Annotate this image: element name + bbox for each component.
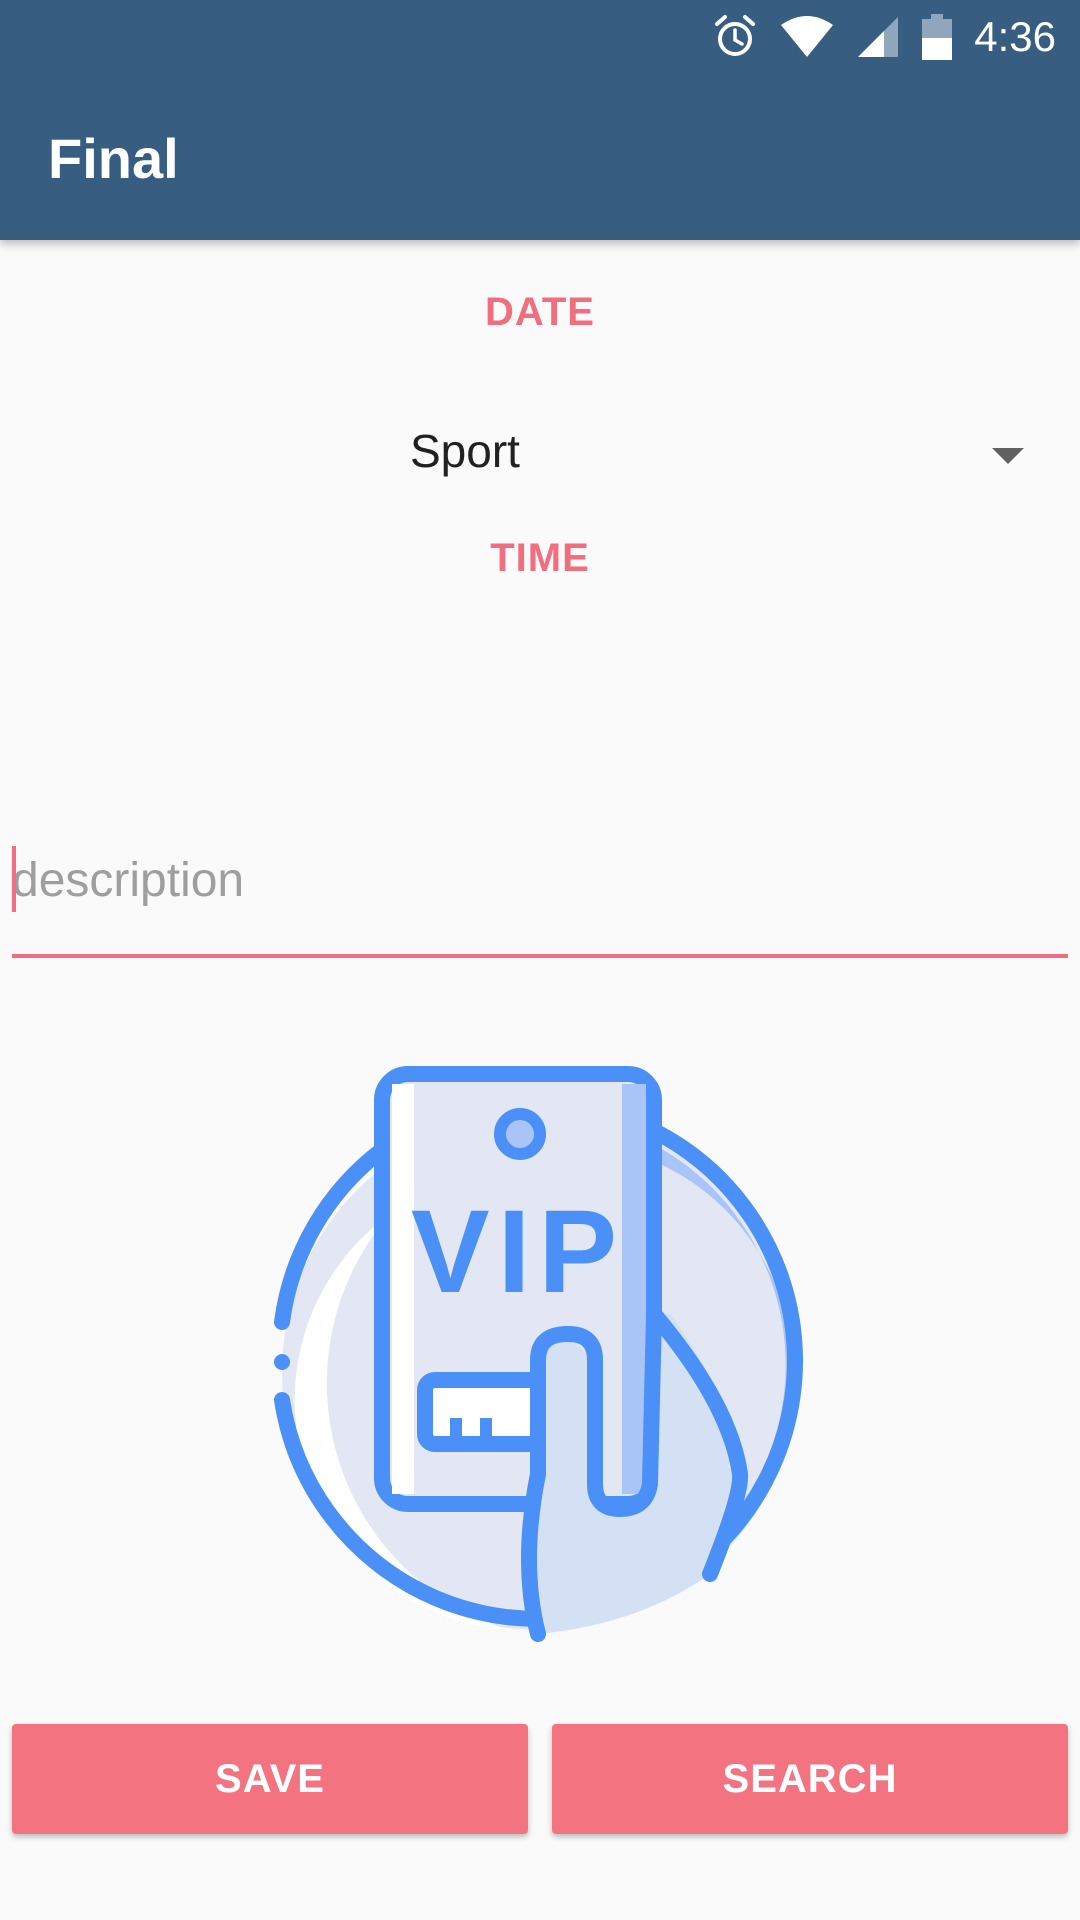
- save-button[interactable]: SAVE: [12, 1724, 528, 1834]
- date-button[interactable]: DATE: [0, 290, 1080, 335]
- wifi-icon: [781, 16, 834, 57]
- vip-ticket-icon: VIP: [274, 1066, 803, 1642]
- alarm-icon: [715, 15, 756, 56]
- app-bar: 4:36 Final: [0, 0, 1080, 240]
- dropdown-arrow-icon: [992, 448, 1024, 464]
- cell-signal-icon: [858, 17, 899, 57]
- description-underline: [12, 954, 1068, 958]
- description-input[interactable]: [12, 840, 1068, 920]
- search-button[interactable]: SEARCH: [552, 1724, 1068, 1834]
- category-selected-value: Sport: [410, 425, 520, 477]
- app-title: Final: [48, 127, 179, 190]
- description-field[interactable]: [12, 840, 1068, 960]
- category-spinner[interactable]: Sport: [0, 408, 1080, 498]
- status-bar: 4:36: [0, 0, 1080, 74]
- time-button[interactable]: TIME: [0, 536, 1080, 581]
- text-cursor: [12, 846, 16, 912]
- status-time: 4:36: [974, 13, 1056, 60]
- screen: 4:36 Final DATE Sport TIME VIP: [0, 0, 1080, 1920]
- battery-icon: [922, 14, 953, 60]
- vip-text: VIP: [411, 1186, 625, 1318]
- status-icons: 4:36: [712, 10, 1056, 64]
